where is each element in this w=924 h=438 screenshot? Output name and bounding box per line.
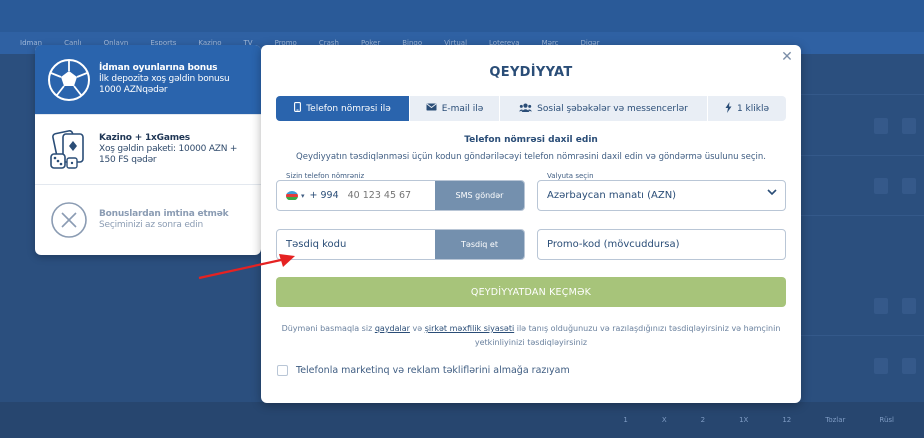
odds-cell (874, 118, 888, 134)
bonus-option-sports[interactable]: İdman oyunlarına bonus İlk depozitə xoş … (35, 45, 261, 115)
bonus-title: Kazino + 1xGames (99, 133, 190, 143)
phone-label: Sizin telefon nömrəniz (284, 172, 367, 180)
confirm-button[interactable]: Təsdiq et (435, 230, 524, 259)
tab-email[interactable]: E-mail ilə (410, 96, 500, 121)
privacy-policy-link[interactable]: şirkət məxfilik siyasəti (425, 324, 515, 333)
registration-tabs: Telefon nömrəsi ilə E-mail ilə Sosial şə… (276, 96, 786, 121)
chevron-down-icon[interactable]: ▾ (301, 192, 305, 200)
register-button[interactable]: QEYDİYYATDAN KEÇMƏK (276, 277, 786, 307)
terms-suffix: ilə tanış olduğunuzu və razılaşdığınızı … (474, 324, 781, 347)
bonus-panel: İdman oyunlarına bonus İlk depozitə xoş … (35, 45, 261, 255)
site-bottom-cell: 12 (782, 416, 792, 424)
bonus-description: Seçiminizi az sonra edin (99, 220, 203, 230)
phone-icon (294, 102, 302, 115)
odds-row-divider (800, 215, 924, 216)
currency-value: Azərbaycan manatı (AZN) (547, 190, 677, 201)
odds-cell (874, 298, 888, 314)
registration-modal: ✕ QEYDİYYAT Telefon nömrəsi ilə E-mail i… (261, 45, 801, 403)
odds-cell (874, 358, 888, 374)
lightning-icon (725, 101, 732, 116)
promo-code-input[interactable]: Promo-kod (mövcuddursa) (537, 229, 786, 260)
tab-label: E-mail ilə (441, 103, 484, 114)
rules-link[interactable]: qaydalar (375, 324, 410, 333)
site-bottom-cell: Tozlar (825, 416, 846, 424)
bonus-option-decline[interactable]: Bonuslardan imtina etmək Seçiminizi az s… (35, 185, 261, 255)
cards-dice-icon (47, 128, 91, 172)
site-header (0, 0, 924, 32)
envelope-icon (426, 103, 437, 114)
odds-row-divider (800, 94, 924, 95)
tab-social[interactable]: Sosial şəbəkələr və messencerlər (500, 96, 708, 121)
confirmation-code-input[interactable]: Təsdiq kodu (286, 239, 346, 250)
odds-cell (902, 358, 916, 374)
close-button[interactable]: ✕ (779, 49, 795, 65)
tab-label: Sosial şəbəkələr və messencerlər (537, 103, 688, 114)
currency-label: Valyuta seçin (545, 172, 596, 180)
phone-group: Sizin telefon nömrəniz ▾ + 994 SMS göndə… (276, 172, 525, 211)
chevron-down-icon (767, 189, 777, 199)
terms-prefix: Düyməni basmaqla siz (281, 324, 375, 333)
marketing-consent: Telefonla marketinq və reklam təklifləri… (277, 365, 570, 376)
terms-mid: və (409, 324, 425, 333)
tab-label: Telefon nömrəsi ilə (306, 103, 391, 114)
phone-section-title: Telefon nömrəsi daxil edin (464, 135, 598, 145)
site-bottom-cell: 2 (700, 416, 706, 424)
odds-cell (902, 118, 916, 134)
odds-row-divider (800, 155, 924, 156)
odds-cell (902, 178, 916, 194)
bonus-option-casino[interactable]: Kazino + 1xGames Xoş gəldin paketi: 1000… (35, 115, 261, 185)
modal-title: QEYDİYYAT (489, 65, 573, 80)
odds-row-divider (800, 335, 924, 336)
site-bottom-cell: 1X (739, 416, 749, 424)
country-code: + 994 (309, 190, 339, 201)
soccer-ball-icon (47, 58, 91, 102)
phone-field: ▾ + 994 SMS göndər (276, 180, 525, 211)
phone-section-description: Qeydiyyatın təsdiqlənməsi üçün kodun gön… (296, 152, 766, 162)
tab-one-click[interactable]: 1 kliklə (708, 96, 786, 121)
site-bottom-cell: Rüsl (879, 416, 894, 424)
bonus-title: Bonuslardan imtina etmək (99, 209, 229, 219)
tab-phone[interactable]: Telefon nömrəsi ilə (276, 96, 410, 121)
odds-column (800, 60, 924, 438)
users-icon (519, 103, 533, 115)
tab-label: 1 kliklə (736, 103, 770, 114)
bonus-description: İlk depozitə xoş gəldin bonusu 1000 AZNq… (99, 74, 230, 95)
promo-code-placeholder: Promo-kod (mövcuddursa) (547, 239, 680, 250)
bonus-title: İdman oyunlarına bonus (99, 63, 218, 73)
marketing-checkbox[interactable] (277, 365, 288, 376)
marketing-label: Telefonla marketinq və reklam təklifləri… (296, 365, 570, 376)
send-sms-button[interactable]: SMS göndər (435, 181, 524, 210)
bonus-description: Xoş gəldin paketi: 10000 AZN + 150 FS qə… (99, 144, 238, 165)
currency-group: Valyuta seçin Azərbaycan manatı (AZN) (537, 172, 786, 211)
odds-cell (902, 298, 916, 314)
site-bottom-cell: X (661, 416, 667, 424)
terms-text: Düyməni basmaqla siz qaydalar və şirkət … (281, 322, 781, 350)
decline-x-icon (47, 198, 91, 242)
confirmation-code-field[interactable]: Təsdiq kodu Təsdiq et (276, 229, 525, 260)
currency-select[interactable]: Azərbaycan manatı (AZN) (537, 180, 786, 211)
azerbaijan-flag-icon[interactable] (286, 190, 298, 201)
site-bottom-cell: 1 (623, 416, 628, 424)
odds-cell (874, 178, 888, 194)
site-bottom-bar: 1 X 2 1X 12 Tozlar Rüsl (0, 402, 924, 438)
annotation-arrow-icon (198, 254, 295, 280)
